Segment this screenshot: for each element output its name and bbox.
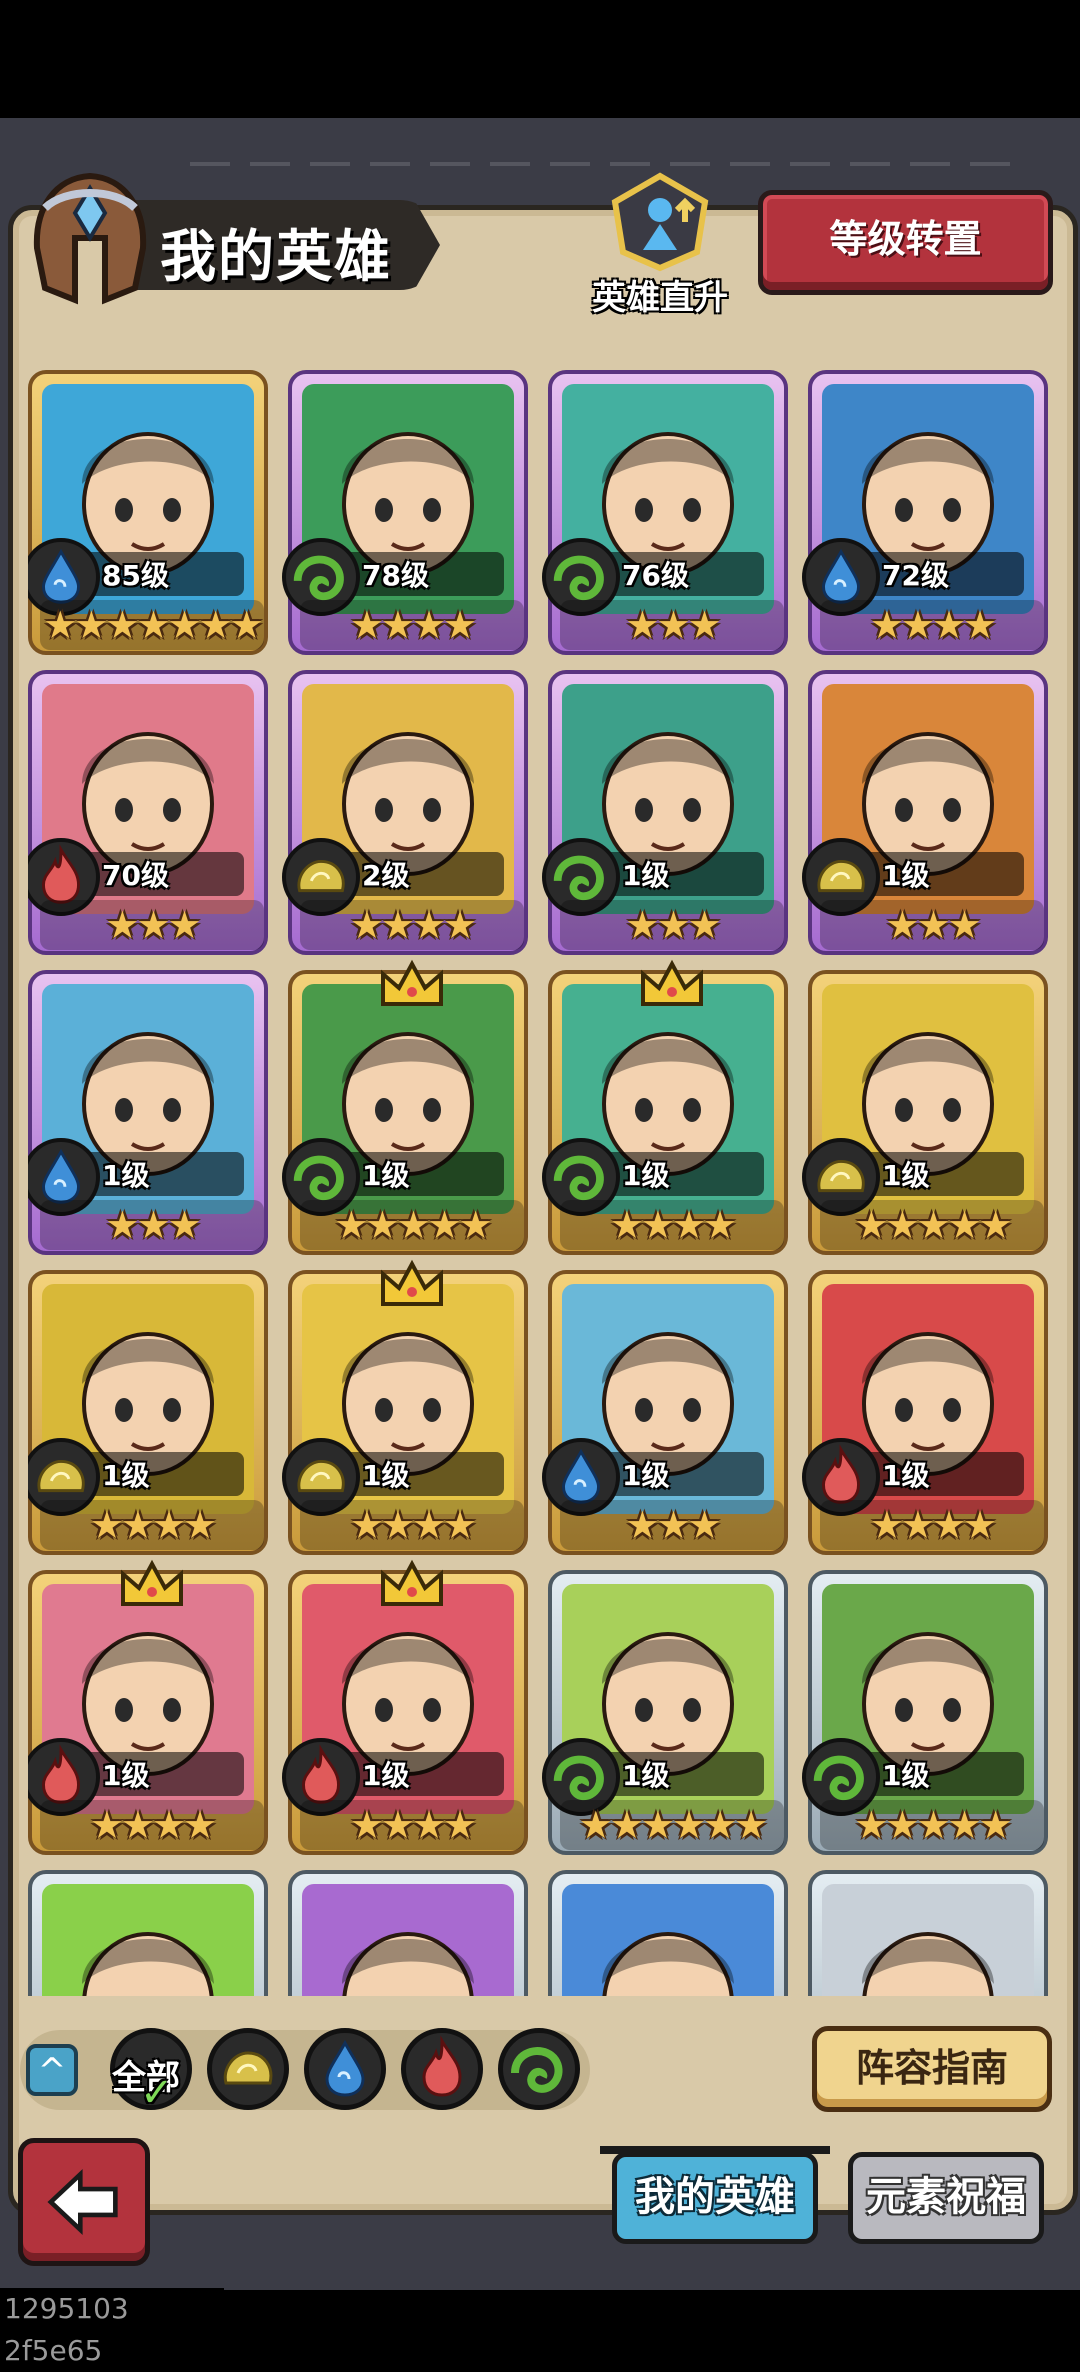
water-element-icon	[325, 2039, 365, 2097]
hero-stars: ★★★	[40, 1200, 264, 1250]
hero-level: 70级	[102, 859, 169, 892]
hero-level: 1级	[882, 859, 930, 892]
hero-level: 1级	[102, 1459, 150, 1492]
hero-level: 2级	[362, 859, 410, 892]
hero-level: 1级	[882, 1159, 930, 1192]
hero-card[interactable]: 1级 ★★★★	[28, 1270, 268, 1555]
back-arrow-icon	[47, 2169, 118, 2235]
hero-card[interactable]: 1级 ★★★★	[28, 1559, 268, 1855]
hero-level: 76级	[622, 559, 689, 592]
hero-level: 1级	[622, 1159, 670, 1192]
hero-level: 1级	[102, 1159, 150, 1192]
hero-level: 1级	[622, 859, 670, 892]
hero-stars: ★★★★	[300, 900, 524, 950]
hero-level: 1级	[882, 1459, 930, 1492]
hero-card[interactable]	[28, 1870, 268, 1996]
check-icon: ✓	[140, 2070, 174, 2116]
hero-card[interactable]: 76级 ★★★	[542, 370, 788, 655]
hero-card[interactable]: 72级 ★★★★	[802, 370, 1048, 655]
hero-portrait	[302, 1884, 514, 1996]
hero-card[interactable]: 1级 ★★★★★★	[542, 1570, 788, 1855]
hero-card[interactable]: 1级 ★★★★	[802, 1270, 1048, 1555]
hero-upgrade-label: 英雄直升	[592, 278, 728, 318]
debug-id-label: 1295103 2f5e65	[0, 2288, 224, 2367]
hero-card[interactable]: 1级 ★★★	[542, 1270, 788, 1555]
hero-card[interactable]: 70级 ★★★	[28, 670, 268, 955]
hero-stars: ★★★★	[300, 1800, 524, 1850]
hero-card[interactable]: 1级 ★★★★★	[282, 959, 528, 1255]
hero-card[interactable]: 1级 ★★★★	[542, 959, 788, 1255]
filter-nature[interactable]	[498, 2028, 580, 2110]
hero-level: 1级	[362, 1459, 410, 1492]
hero-level: 1级	[102, 1759, 150, 1792]
hero-stars: ★★★★	[560, 1200, 784, 1250]
back-button[interactable]	[18, 2138, 150, 2266]
hero-stars: ★★★	[820, 900, 1044, 950]
crown-icon	[381, 959, 443, 1006]
hero-grid: 85级 ★★★★★★★ 78级 ★★★★ 76级 ★★★ 72级 ★★★★ 70级 ★★★ 2级 ★★…	[28, 366, 1058, 1996]
earth-element-icon	[223, 2051, 273, 2085]
hero-level: 72级	[882, 559, 949, 592]
hero-card[interactable]: 1级 ★★★	[542, 670, 788, 955]
hero-card[interactable]: 1级 ★★★★★	[802, 1570, 1048, 1855]
filter-earth[interactable]	[207, 2028, 289, 2110]
page-title: 我的英雄	[160, 225, 392, 290]
hero-stars: ★★★★	[300, 1500, 524, 1550]
hero-upgrade-button[interactable]: 英雄直升	[585, 172, 735, 318]
nature-element-icon	[511, 2047, 563, 2093]
hero-level: 1级	[882, 1759, 930, 1792]
hero-card[interactable]	[808, 1870, 1048, 1996]
fire-element-icon	[422, 2035, 462, 2097]
collapse-button[interactable]: ^	[26, 2044, 78, 2096]
filter-water[interactable]	[304, 2028, 386, 2110]
tab-my-heroes[interactable]: 我的英雄	[612, 2152, 818, 2244]
lineup-guide-button[interactable]: 阵容指南	[812, 2026, 1052, 2112]
hero-level: 85级	[102, 559, 169, 592]
hero-level: 78级	[362, 559, 429, 592]
hero-stars: ★★★★★★★	[40, 600, 264, 650]
hero-portrait	[42, 1884, 254, 1996]
hero-level: 1级	[362, 1759, 410, 1792]
hero-portrait	[562, 1884, 774, 1996]
hero-card[interactable]: 1级 ★★★	[28, 970, 268, 1255]
hero-stars: ★★★	[560, 1500, 784, 1550]
helmet-icon	[33, 172, 147, 305]
crown-icon	[381, 1559, 443, 1606]
crown-icon	[381, 1259, 443, 1306]
filter-fire[interactable]	[401, 2028, 483, 2110]
hero-stars: ★★★★	[300, 600, 524, 650]
hero-card[interactable]: 85级 ★★★★★★★	[28, 370, 268, 655]
hero-level: 1级	[622, 1759, 670, 1792]
hero-upgrade-icon	[611, 172, 709, 272]
hero-card[interactable]: 78级 ★★★★	[282, 370, 528, 655]
hero-stars: ★★★★	[40, 1500, 264, 1550]
hero-stars: ★★★★	[40, 1800, 264, 1850]
hero-stars: ★★★	[560, 600, 784, 650]
hero-card[interactable]: 1级 ★★★★	[282, 1559, 528, 1855]
hero-stars: ★★★★★	[820, 1200, 1044, 1250]
hero-card[interactable]	[548, 1870, 788, 1996]
hero-level: 1级	[362, 1159, 410, 1192]
hero-level: 1级	[622, 1459, 670, 1492]
decorative-line	[190, 162, 1010, 166]
hero-card[interactable]: 1级 ★★★★★	[802, 970, 1048, 1255]
hero-stars: ★★★★★	[300, 1200, 524, 1250]
hero-card[interactable]	[288, 1870, 528, 1996]
crown-icon	[641, 959, 703, 1006]
hero-stars: ★★★★	[820, 1500, 1044, 1550]
hero-stars: ★★★★★	[820, 1800, 1044, 1850]
level-transfer-button[interactable]: 等级转置	[758, 190, 1053, 295]
status-area	[0, 0, 1080, 118]
hero-card[interactable]: 1级 ★★★	[802, 670, 1048, 955]
hero-stars: ★★★	[560, 900, 784, 950]
tab-element-blessing[interactable]: 元素祝福	[848, 2152, 1044, 2244]
hero-stars: ★★★★★★	[560, 1800, 784, 1850]
hero-card[interactable]: 1级 ★★★★	[282, 1259, 528, 1555]
hero-stars: ★★★	[40, 900, 264, 950]
crown-icon	[121, 1559, 183, 1606]
hero-card[interactable]: 2级 ★★★★	[282, 670, 528, 955]
hero-portrait	[822, 1884, 1034, 1996]
hero-stars: ★★★★	[820, 600, 1044, 650]
